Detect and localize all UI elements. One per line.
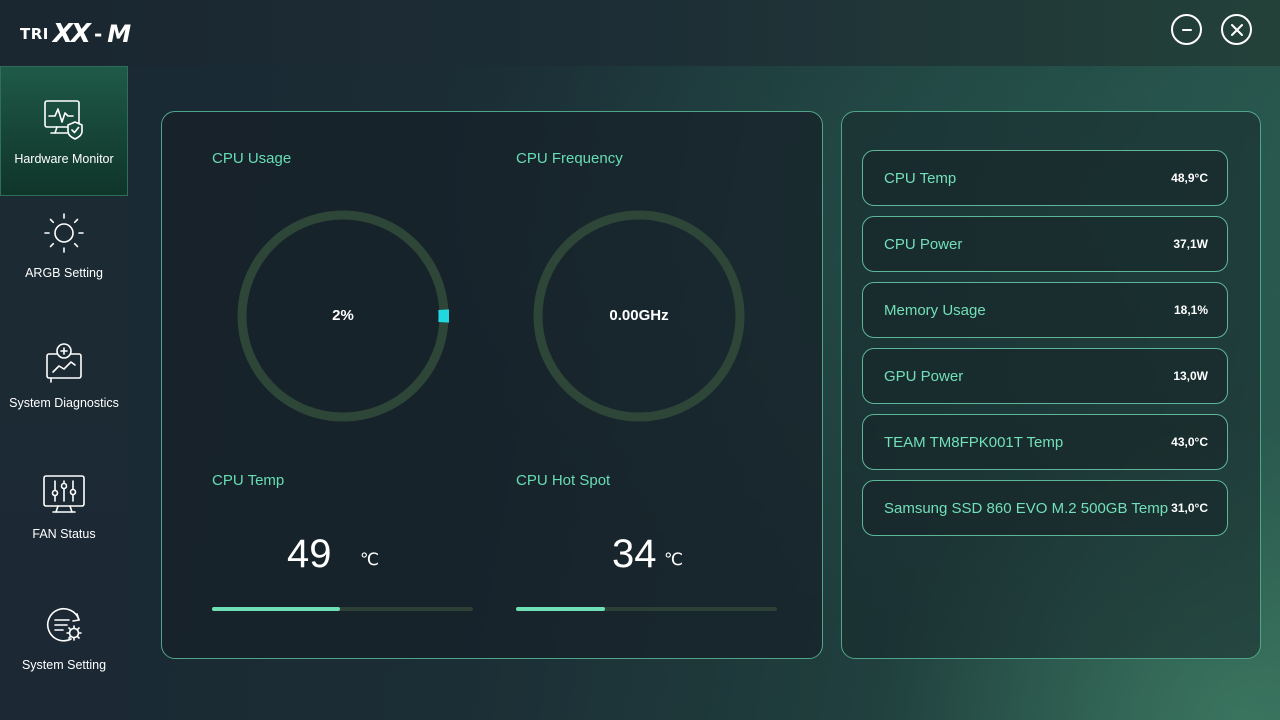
sidebar-item-system-diagnostics[interactable]: System Diagnostics — [0, 310, 128, 440]
sensor-label: TEAM TM8FPK001T Temp — [884, 433, 1064, 451]
sensor-list-panel: CPU Temp 48,9°C CPU Power 37,1W Memory U… — [841, 111, 1261, 659]
cpu-hotspot-bar — [516, 607, 777, 611]
sensor-label: Memory Usage — [884, 301, 986, 319]
monitor-shield-icon — [44, 100, 83, 140]
cpu-temp-value: 49 — [287, 532, 332, 576]
sensor-row: CPU Power 37,1W — [862, 216, 1228, 272]
sensor-value: 31,0°C — [1171, 501, 1208, 515]
sliders-icon — [43, 475, 85, 513]
sensor-label: CPU Temp — [884, 169, 957, 187]
sidebar-item-label: FAN Status — [32, 527, 96, 541]
sidebar-item-argb-setting[interactable]: ARGB Setting — [0, 180, 128, 310]
sensor-value: 13,0W — [1173, 369, 1208, 383]
app-logo: TRI XX - M — [20, 19, 132, 49]
cpu-usage-gauge: 2% — [236, 209, 450, 423]
sensor-label: CPU Power — [884, 235, 963, 253]
cpu-frequency-value: 0.00GHz — [609, 307, 669, 324]
cpu-monitor-panel: CPU Usage 2% CPU Frequency 0.00GHz CPU T… — [161, 111, 823, 659]
cpu-hotspot-title: CPU Hot Spot — [516, 472, 611, 489]
settings-gear-icon — [46, 607, 82, 642]
sidebar-item-fan-status[interactable]: FAN Status — [0, 441, 128, 571]
sensor-label: Samsung SSD 860 EVO M.2 500GB Temp — [884, 499, 1169, 517]
sidebar-item-hardware-monitor[interactable]: Hardware Monitor — [0, 66, 128, 196]
cpu-hotspot-value: 34 — [612, 532, 657, 576]
minimize-button[interactable] — [1171, 14, 1202, 45]
cpu-frequency-gauge: 0.00GHz — [533, 210, 745, 422]
sidebar-item-label: System Setting — [21, 658, 107, 672]
close-button[interactable] — [1221, 14, 1252, 45]
sidebar-item-label: System Diagnostics — [9, 396, 119, 410]
sensor-value: 48,9°C — [1171, 171, 1208, 185]
cpu-temp-bar-fill — [212, 607, 340, 611]
sidebar-item-system-setting[interactable]: System Setting — [0, 572, 128, 702]
sidebar: Hardware Monitor ARGB Setting System Dia… — [0, 66, 128, 720]
diagnostics-icon — [46, 343, 82, 383]
logo-prefix: TRI — [20, 25, 49, 43]
sensor-label: GPU Power — [884, 367, 964, 385]
cpu-temp-unit: ℃ — [360, 550, 380, 569]
cpu-usage-value: 2% — [332, 307, 354, 324]
cpu-hotspot-bar-fill — [516, 607, 605, 611]
cpu-hotspot-unit: ℃ — [664, 550, 684, 569]
minimize-icon — [1181, 28, 1192, 31]
cpu-usage-title: CPU Usage — [212, 150, 292, 167]
cpu-temp-title: CPU Temp — [212, 472, 285, 489]
sensor-row: Memory Usage 18,1% — [862, 282, 1228, 338]
logo-suffix: M — [107, 20, 132, 48]
sensor-value: 43,0°C — [1171, 435, 1208, 449]
sun-icon — [44, 213, 84, 253]
sensor-row: CPU Temp 48,9°C — [862, 150, 1228, 206]
cpu-frequency-title: CPU Frequency — [516, 150, 623, 167]
sensor-row: Samsung SSD 860 EVO M.2 500GB Temp 31,0°… — [862, 480, 1228, 536]
sensor-value: 37,1W — [1173, 237, 1208, 251]
title-bar: TRI XX - M — [0, 0, 1280, 66]
sidebar-item-label: Hardware Monitor — [14, 152, 114, 166]
close-icon — [1230, 23, 1243, 36]
cpu-temp-bar — [212, 607, 473, 611]
logo-dash: - — [93, 22, 103, 46]
sensor-value: 18,1% — [1173, 303, 1208, 317]
sensor-row: GPU Power 13,0W — [862, 348, 1228, 404]
logo-main: XX — [52, 19, 91, 49]
sensor-row: TEAM TM8FPK001T Temp 43,0°C — [862, 414, 1228, 470]
sidebar-item-label: ARGB Setting — [25, 266, 103, 280]
